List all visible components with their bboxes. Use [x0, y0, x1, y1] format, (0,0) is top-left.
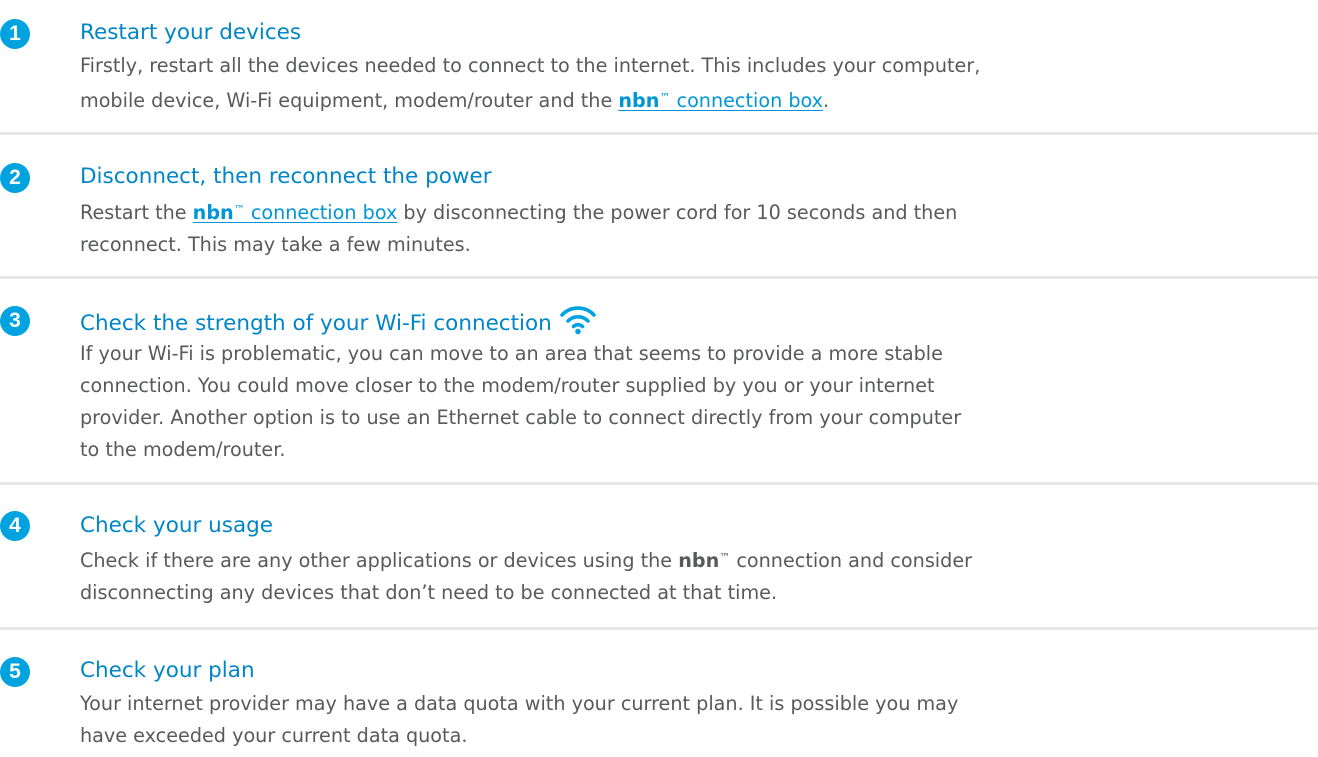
- step-number-badge: 5: [0, 657, 30, 687]
- step-number-badge: 1: [0, 19, 30, 49]
- step-text-punctuation: .: [823, 89, 830, 112]
- step-number-badge: 3: [0, 306, 30, 336]
- step-text-line: reconnect. This may take a few minutes.: [80, 233, 471, 256]
- step-title: Disconnect, then reconnect the power: [80, 164, 492, 189]
- step-description: Firstly, restart all the devices needed …: [80, 50, 1316, 117]
- step-text-line: Firstly, restart all the devices needed …: [80, 54, 981, 77]
- step-text-line: Check if there are any other application…: [80, 549, 679, 572]
- step-text-line: connection. You could move closer to the…: [80, 374, 935, 397]
- step-text-line: disconnecting any devices that don’t nee…: [80, 581, 778, 604]
- nbn-connection-box-link[interactable]: nbn™ connection box: [618, 89, 823, 112]
- step-description: Your internet provider may have a data q…: [80, 688, 1316, 752]
- step-text-line: by disconnecting the power cord for 10 s…: [397, 201, 958, 224]
- link-text: connection box: [244, 201, 398, 224]
- brand-name: nbn: [618, 89, 660, 112]
- step-description: Check if there are any other application…: [80, 542, 1316, 609]
- divider: [0, 132, 1318, 135]
- step-text-line: have exceeded your current data quota.: [80, 724, 468, 747]
- step-title: Restart your devices: [80, 20, 302, 45]
- divider: [0, 482, 1318, 485]
- step-text-line: Restart the: [80, 201, 193, 224]
- link-text: connection box: [670, 89, 824, 112]
- step-text-line: connection and consider: [730, 549, 973, 572]
- step-description: If your Wi-Fi is problematic, you can mo…: [80, 338, 1316, 466]
- step-number-badge: 4: [0, 511, 30, 541]
- step-text-line: to the modem/router.: [80, 438, 286, 461]
- trademark-symbol: ™: [719, 551, 731, 564]
- trademark-symbol: ™: [659, 91, 671, 104]
- step-number-badge: 2: [0, 163, 30, 193]
- step-text-line: Your internet provider may have a data q…: [80, 692, 959, 715]
- brand-name: nbn: [192, 201, 234, 224]
- trademark-symbol: ™: [233, 203, 245, 216]
- brand-name: nbn: [678, 549, 720, 572]
- step-title-text: Check the strength of your Wi-Fi connect…: [80, 311, 552, 336]
- step-title: Check your plan: [80, 658, 255, 683]
- step-text-line: provider. Another option is to use an Et…: [80, 406, 962, 429]
- step-text-line: mobile device, Wi-Fi equipment, modem/ro…: [80, 89, 619, 112]
- step-text-line: If your Wi-Fi is problematic, you can mo…: [80, 342, 943, 365]
- step-description: Restart the nbn™ connection box by disco…: [80, 194, 1316, 261]
- step-title: Check your usage: [80, 513, 274, 538]
- divider: [0, 276, 1318, 279]
- divider: [0, 627, 1318, 630]
- nbn-connection-box-link[interactable]: nbn™ connection box: [193, 201, 398, 224]
- troubleshooting-steps: 1 Restart your devices Firstly, restart …: [0, 0, 1318, 757]
